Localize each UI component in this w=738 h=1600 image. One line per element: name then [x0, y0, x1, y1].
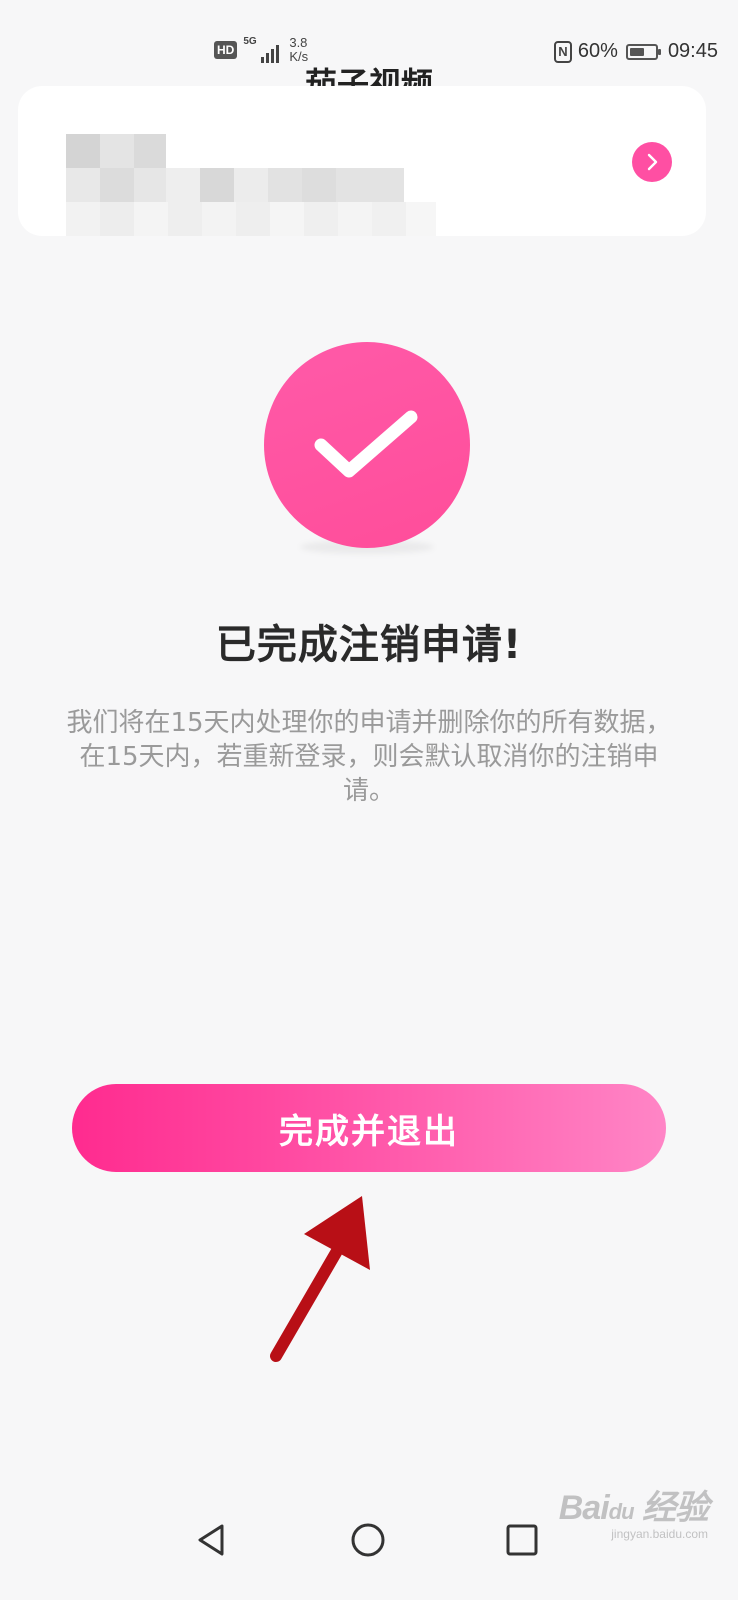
chevron-right-icon	[647, 153, 658, 171]
blurred-account-info	[66, 134, 446, 236]
watermark-brand-suffix: 经验	[642, 1489, 709, 1527]
battery-percent: 60%	[577, 40, 618, 62]
nfc-icon: N	[553, 40, 572, 63]
account-card[interactable]	[18, 86, 706, 236]
status-right-group: N 60% 09:45	[553, 40, 718, 63]
check-icon	[314, 410, 418, 478]
network-generation: 5G	[243, 36, 257, 47]
success-description: 我们将在15天内处理你的申请并删除你的所有数据，在15天内，若重新登录，则会默认…	[66, 708, 672, 806]
status-left-group: HD 5G 3.8 K/s	[214, 36, 308, 64]
finish-and-exit-button[interactable]: 完成并退出	[72, 1084, 666, 1172]
hd-badge: HD	[214, 41, 238, 59]
watermark-url: jingyan.baidu.com	[611, 1527, 708, 1541]
nav-back-button[interactable]	[182, 1510, 242, 1570]
nav-home-button[interactable]	[338, 1510, 398, 1570]
battery-icon	[625, 43, 661, 60]
clock: 09:45	[667, 40, 718, 62]
baidu-watermark: Baidu 经验 jingyan.baidu.com	[558, 1489, 709, 1541]
cellular-signal-icon: 5G	[243, 36, 280, 63]
page-title: 茄子视频	[304, 65, 433, 86]
triangle-back-icon	[198, 1524, 224, 1556]
network-speed-unit: K/s	[289, 49, 309, 64]
success-headline: 已完成注销申请!	[215, 622, 523, 668]
success-indicator	[264, 342, 470, 548]
square-recent-icon	[506, 1524, 538, 1556]
watermark-brand: Bai	[558, 1489, 610, 1527]
card-arrow-button[interactable]	[632, 142, 672, 182]
battery-fill	[629, 47, 645, 56]
network-speed-value: 3.8	[289, 35, 308, 50]
network-speed: 3.8 K/s	[289, 36, 308, 64]
nav-recent-button[interactable]	[492, 1510, 552, 1570]
circle-home-icon	[351, 1523, 385, 1557]
